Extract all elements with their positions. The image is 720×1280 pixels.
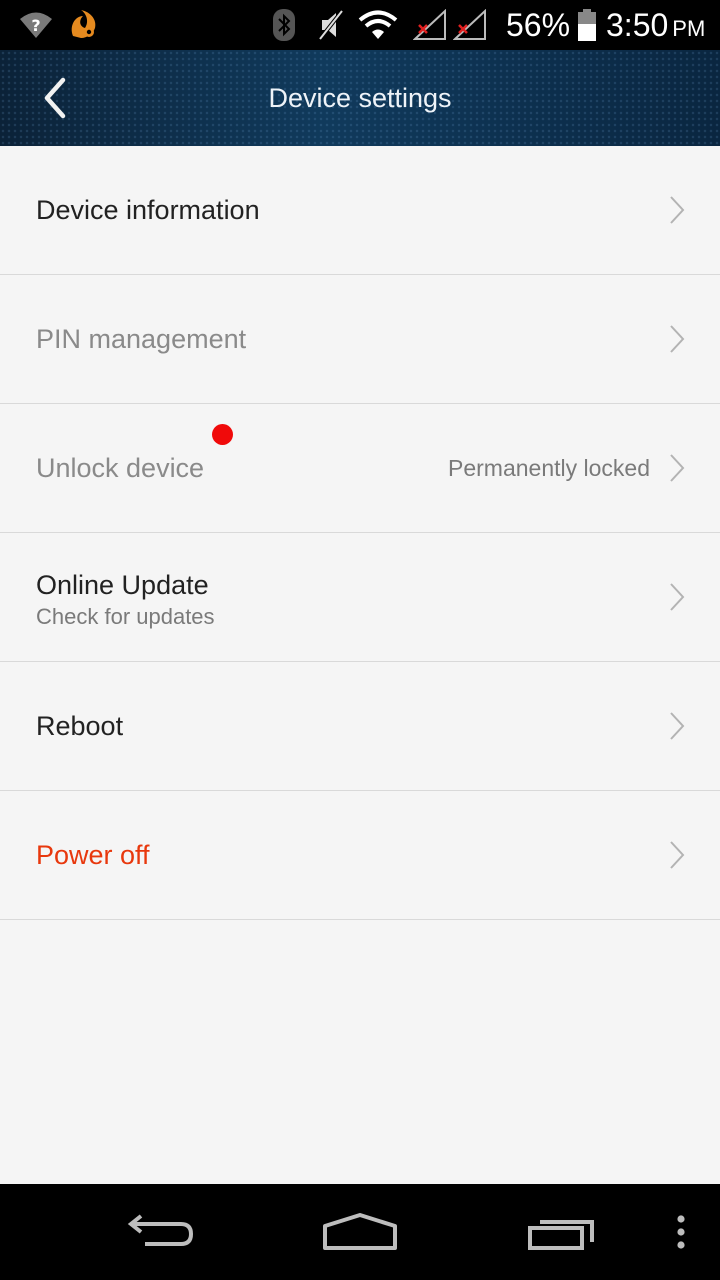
- clock-ampm: PM: [672, 16, 706, 41]
- chevron-right-icon: [670, 841, 685, 869]
- list-item-label: Reboot: [36, 711, 124, 741]
- lock-status-value: Permanently locked: [448, 455, 650, 481]
- page-title: Device settings: [268, 83, 452, 113]
- header-bar: Device settings: [0, 50, 720, 146]
- status-bar: ? 56% 3:50 PM: [0, 0, 720, 50]
- list-item-label: Unlock device: [36, 453, 205, 483]
- clock-time: 3:50: [606, 7, 669, 43]
- battery-icon: [574, 0, 600, 50]
- battery-percent: 56%: [506, 7, 571, 43]
- wifi-icon: [356, 0, 400, 50]
- nav-overflow-menu-button[interactable]: [656, 1184, 706, 1280]
- home-icon: [323, 1213, 397, 1250]
- wifi-question-icon: ?: [16, 0, 56, 50]
- nav-home-button[interactable]: [310, 1184, 410, 1280]
- list-item-unlock-device[interactable]: Unlock device Permanently locked: [0, 404, 720, 533]
- list-item-label: Online Update: [36, 570, 209, 600]
- list-item-label: Device information: [36, 195, 260, 225]
- list-item-pin-management[interactable]: PIN management: [0, 275, 720, 404]
- chevron-right-icon: [670, 325, 685, 353]
- list-item-label: PIN management: [36, 324, 247, 354]
- notification-dot: [212, 424, 233, 445]
- bluetooth-icon: [268, 0, 300, 50]
- nav-recent-apps-button[interactable]: [512, 1184, 612, 1280]
- list-item-online-update[interactable]: Online Update Check for updates: [0, 533, 720, 662]
- list-item-power-off[interactable]: Power off: [0, 791, 720, 920]
- signal-no-service-icon: [452, 0, 488, 50]
- settings-list: Device information PIN management Unlock…: [0, 146, 720, 920]
- list-item-reboot[interactable]: Reboot: [0, 662, 720, 791]
- clock: 3:50 PM: [606, 0, 705, 50]
- back-arrow-icon: [127, 1214, 194, 1246]
- recent-apps-icon: [528, 1220, 594, 1250]
- nav-back-button[interactable]: [110, 1184, 210, 1280]
- chevron-right-icon: [670, 712, 685, 740]
- chevron-right-icon: [670, 454, 685, 482]
- list-item-subtitle: Check for updates: [36, 604, 215, 629]
- svg-text:?: ?: [31, 16, 40, 35]
- signal-no-service-icon: [412, 0, 448, 50]
- overflow-menu-icon: [677, 1215, 685, 1249]
- chevron-right-icon: [670, 583, 685, 611]
- mute-icon: [314, 0, 348, 50]
- system-nav-bar: [0, 1184, 720, 1280]
- chevron-right-icon: [670, 196, 685, 224]
- list-item-device-information[interactable]: Device information: [0, 146, 720, 275]
- uc-browser-icon: [64, 0, 104, 50]
- list-item-label: Power off: [36, 840, 150, 870]
